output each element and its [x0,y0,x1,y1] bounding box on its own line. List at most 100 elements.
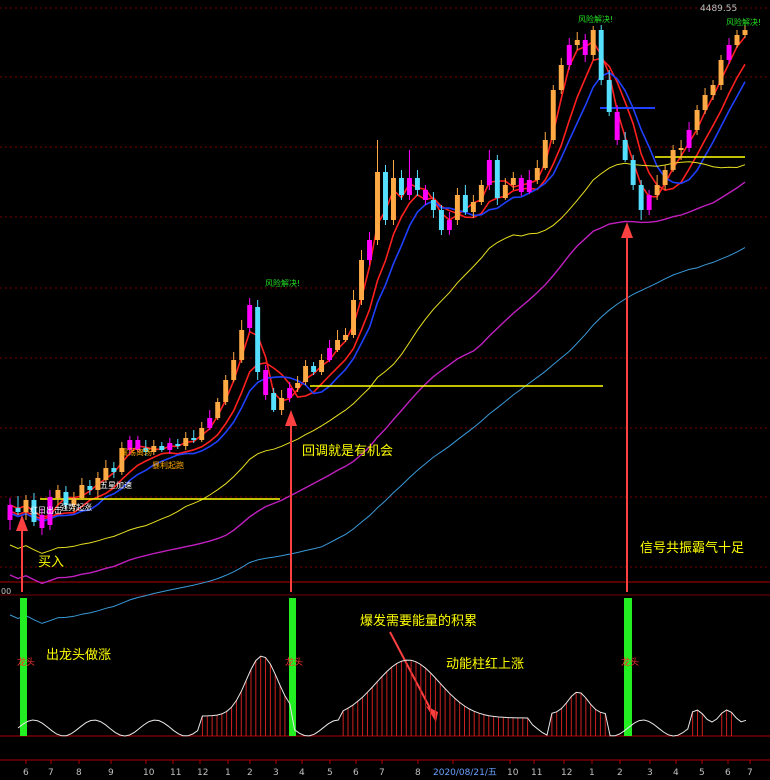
x-tick-label: 1 [225,768,231,778]
x-tick-label: 5 [699,768,705,778]
candle-body [383,172,388,220]
candle-body [670,150,676,170]
candle-body [662,170,668,185]
buy-label: 买入 [38,555,64,570]
candle-body [422,190,428,200]
candle-body [55,490,61,498]
candle-body [167,443,173,450]
risk-label-1: 风险解决! [265,278,300,288]
candle-body [486,160,492,185]
candle-body [367,240,372,260]
candle-body [566,45,572,65]
left-marker: 00 [1,587,11,596]
pullback-label: 回调就是有机会 [302,444,393,459]
candle-body [438,210,444,230]
dragon-tag-3: 龙头 [621,656,639,668]
candle-body [391,178,396,220]
candle-body [319,360,325,372]
candle-body [175,444,181,446]
x-tick-label: 8 [415,768,421,778]
momentum-label: 动能柱红上涨 [446,656,524,672]
candle-body [255,307,261,372]
candle-body [590,30,596,55]
candle-body [23,500,29,512]
candle-body [87,486,93,490]
candle-body [263,370,269,395]
candle-body [694,110,700,130]
stock-chart: 6 7 8 9 10 11 12 1 2 3 4 5 6 7 8 2020/08/21/五 10 11 12 1 2 3 4… [0,0,770,780]
candle-body [159,446,165,450]
dragon-out-label: 出龙头做涨 [46,648,111,663]
small-label-5: 强势起涨 [60,502,92,512]
candle-body [622,140,628,160]
candle-body [638,185,644,210]
x-tick-label: 4 [673,768,679,778]
price-label: 4489.55 [700,4,737,14]
candle-body [646,195,652,210]
x-tick-label: 6 [725,768,731,778]
small-label-4: 暴利起跑 [152,460,184,470]
x-tick-label: 11 [170,768,181,778]
candle-body [446,220,452,230]
candle-body [295,383,301,388]
candle-body [534,168,540,180]
candle-body [654,185,660,195]
candle-body [79,485,85,498]
x-tick-label: 12 [197,768,208,778]
candle-body [510,178,516,185]
x-tick-label: 2020/08/21/五 [433,768,497,778]
candle-body [151,446,157,452]
candle-body [726,45,732,60]
candle-body [359,260,364,300]
candle-body [406,178,412,195]
candle-body [494,160,500,198]
candle-body [734,35,740,45]
candle-body [351,300,357,335]
x-tick-label: 10 [507,768,519,778]
candle-body [191,438,197,440]
x-tick-label: 1 [589,768,595,778]
candle-body [470,202,476,212]
energy-label: 爆发需要能量的积累 [360,613,477,629]
candle-body [327,348,333,360]
candle-body [335,340,341,350]
candle-body [582,40,588,55]
candle-body [414,178,420,190]
candle-body [15,508,21,512]
x-tick-label: 10 [143,768,155,778]
candle-body [39,515,45,528]
candle-body [207,418,213,428]
risk-label-2: 风险解决! [578,14,613,24]
dragon-tag-1: 龙头 [17,656,35,668]
small-label-1: 震荡离场 [120,447,152,457]
candle-body [454,195,460,220]
candle-body [598,30,604,80]
x-tick-label: 2 [617,768,623,778]
candle-body [742,30,748,35]
candle-body [223,380,229,402]
x-tick-label: 3 [647,768,653,778]
x-tick-label: 6 [23,768,29,778]
candle-body [303,366,309,382]
x-tick-label: 9 [108,768,114,778]
candle-body [718,60,724,85]
candle-body [614,112,620,140]
x-tick-label: 5 [327,768,333,778]
candle-body [247,305,253,328]
candle-body [111,468,117,472]
x-tick-label: 3 [273,768,279,778]
candle-body [702,95,708,110]
x-tick-label: 7 [747,768,753,778]
resonance-label: 信号共振霸气十足 [640,540,744,556]
candle-body [606,80,612,112]
candle-body [398,178,404,195]
risk-label-3: 风险解决! [726,17,761,27]
candle-body [279,398,285,410]
candle-body [103,468,109,480]
candle-body [343,335,349,340]
candle-body [550,90,556,140]
candle-body [574,40,580,45]
candle-body [502,185,508,198]
x-tick-label: 2 [247,768,253,778]
x-tick-label: 7 [379,768,385,778]
